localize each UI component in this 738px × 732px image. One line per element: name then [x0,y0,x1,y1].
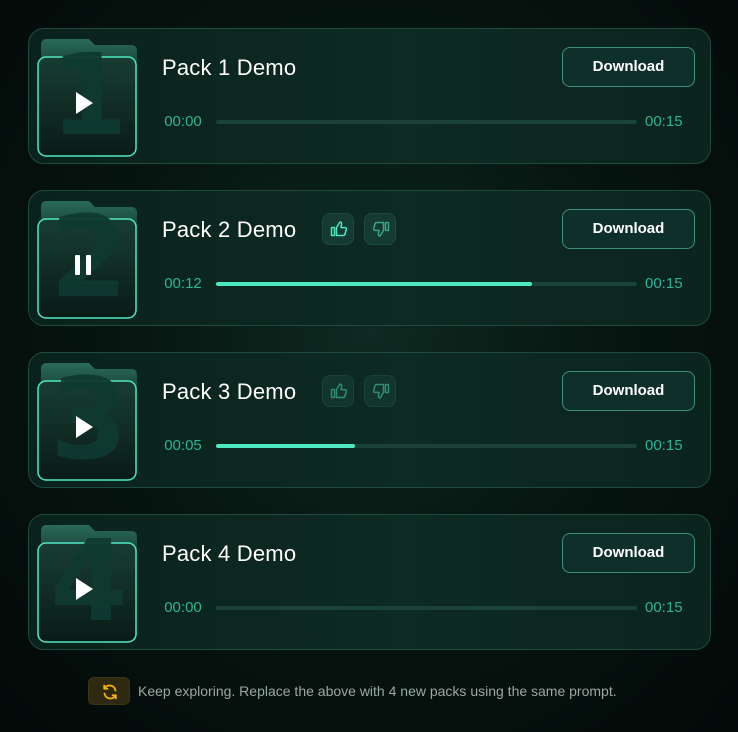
footer-text: Keep exploring. Replace the above with 4… [138,683,617,699]
duration: 00:15 [645,275,683,292]
like-button[interactable] [322,213,354,245]
play-button[interactable] [69,413,97,441]
play-icon [76,92,93,114]
pack-title: Pack 4 Demo [162,541,297,566]
thumbs-up-icon [330,383,348,399]
progress-fill [216,444,355,448]
play-icon [76,578,93,600]
progress-fill [216,282,532,286]
progress-track[interactable] [216,444,637,448]
pack-title: Pack 3 Demo [162,379,297,404]
thumbs-up-icon [330,221,348,237]
progress-track[interactable] [216,120,637,124]
progress-track[interactable] [216,606,637,610]
duration: 00:15 [645,599,683,616]
refresh-icon [103,684,117,700]
play-button[interactable] [69,575,97,603]
thumbs-down-icon [372,221,390,237]
dislike-button[interactable] [364,375,396,407]
play-icon [76,416,93,438]
download-button[interactable]: Download [562,371,695,411]
pause-button[interactable] [69,251,97,279]
current-time: 00:00 [164,599,202,616]
current-time: 00:00 [164,113,202,130]
refresh-button[interactable] [88,677,130,705]
progress-track[interactable] [216,282,637,286]
pack-card: 2 Pack 2 Demo Download 00:12 00:15 [28,190,711,326]
thumbs-down-icon [372,383,390,399]
download-button[interactable]: Download [562,209,695,249]
footer: Keep exploring. Replace the above with 4… [88,677,617,705]
dislike-button[interactable] [364,213,396,245]
like-button[interactable] [322,375,354,407]
current-time: 00:05 [164,437,202,454]
pack-card: 3 Pack 3 Demo Download 00:05 00:15 [28,352,711,488]
pack-title: Pack 2 Demo [162,217,297,242]
play-button[interactable] [69,89,97,117]
pack-card: 1 Pack 1 Demo Download 00:00 00:15 [28,28,711,164]
current-time: 00:12 [164,275,202,292]
download-button[interactable]: Download [562,47,695,87]
duration: 00:15 [645,437,683,454]
pause-icon [75,255,91,275]
pack-card: 4 Pack 4 Demo Download 00:00 00:15 [28,514,711,650]
duration: 00:15 [645,113,683,130]
pack-title: Pack 1 Demo [162,55,297,80]
download-button[interactable]: Download [562,533,695,573]
